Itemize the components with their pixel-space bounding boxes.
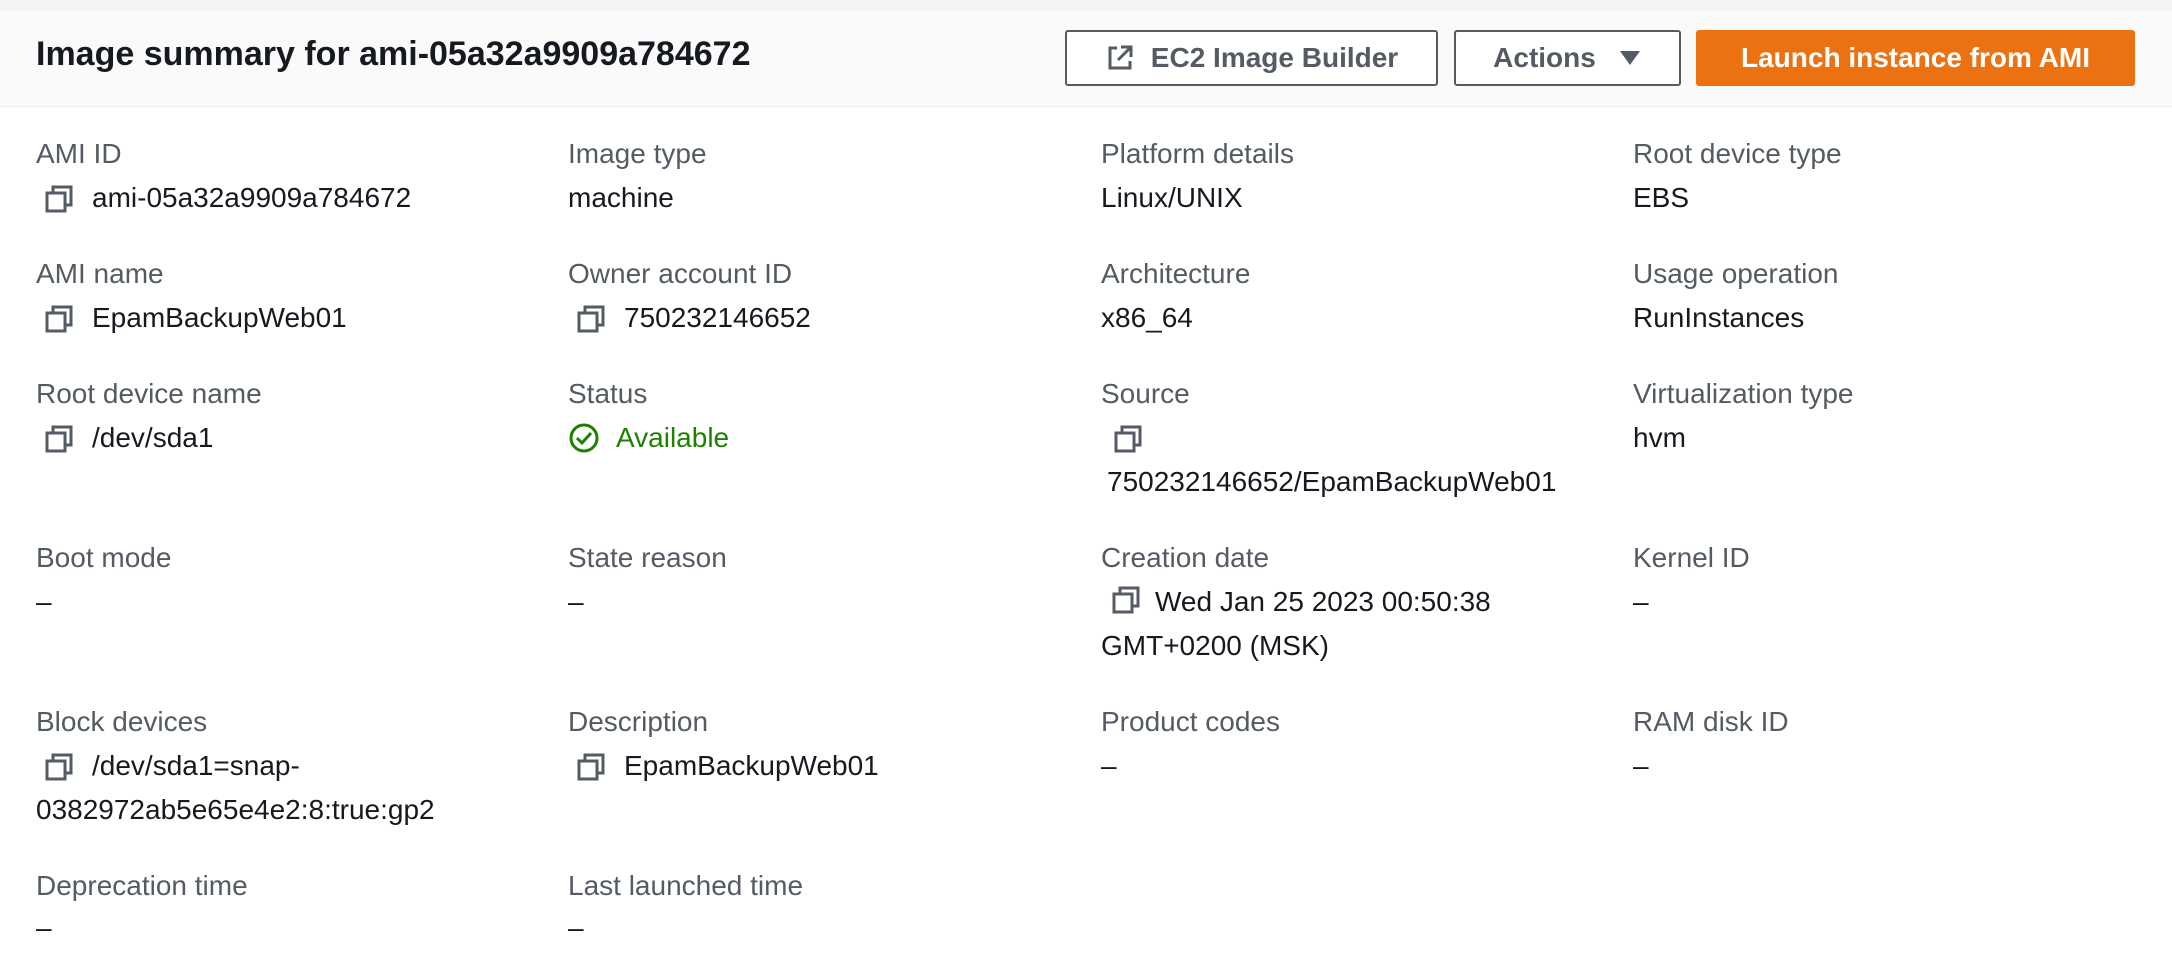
platform-details-value: Linux/UNIX [1101,182,1243,213]
field-label: Creation date [1101,542,1270,573]
field-root-device-type: Root device type EBS [1633,136,2133,220]
caret-down-icon [1618,49,1642,67]
usage-operation-value: RunInstances [1633,302,1805,333]
field-label: Platform details [1101,138,1294,169]
image-type-value: machine [568,182,674,213]
field-label: AMI name [36,258,164,289]
root-device-type-value: EBS [1633,182,1690,213]
actions-dropdown-button[interactable]: Actions [1454,30,1681,86]
copy-icon[interactable] [44,424,74,454]
field-label: Virtualization type [1633,378,1854,409]
status-value: Available [616,422,730,453]
field-owner-account-id: Owner account ID 750232146652 [568,256,1068,340]
ami-name-value: EpamBackupWeb01 [92,302,347,333]
field-label: State reason [568,542,727,573]
copy-icon[interactable] [1113,424,1143,454]
field-last-launched-time: Last launched time – [568,868,1068,948]
page-title: Image summary for ami-05a32a9909a784672 [36,35,751,73]
block-devices-value-line1: /dev/sda1=snap- [92,750,300,781]
field-creation-date: Creation date Wed Jan 25 2023 00:50:38 G… [1101,540,1601,668]
field-state-reason: State reason – [568,540,1068,624]
copy-icon[interactable] [44,304,74,334]
field-root-device-name: Root device name /dev/sda1 [36,376,536,460]
field-label: RAM disk ID [1633,706,1789,737]
field-label: Root device type [1633,138,1842,169]
field-boot-mode: Boot mode – [36,540,536,624]
field-block-devices: Block devices /dev/sda1=snap- 0382972ab5… [36,704,536,832]
ec2-image-builder-label: EC2 Image Builder [1150,42,1399,73]
state-reason-value: – [568,586,584,617]
last-launched-time-value: – [568,912,584,943]
field-status: Status Available [568,376,1068,460]
copy-icon[interactable] [44,752,74,782]
owner-account-id-value: 750232146652 [624,302,811,333]
field-architecture: Architecture x86_64 [1101,256,1601,340]
field-label: Deprecation time [36,870,248,901]
field-product-codes: Product codes – [1101,704,1601,788]
virtualization-type-value: hvm [1633,422,1686,453]
creation-date-value-line1: Wed Jan 25 2023 00:50:38 [1155,586,1491,617]
description-value: EpamBackupWeb01 [624,750,879,781]
field-image-type: Image type machine [568,136,1068,220]
architecture-value: x86_64 [1101,302,1193,333]
launch-instance-label: Launch instance from AMI [1740,42,2090,73]
field-label: Source [1101,378,1190,409]
field-usage-operation: Usage operation RunInstances [1633,256,2133,340]
field-label: Product codes [1101,706,1280,737]
field-label: Boot mode [36,542,172,573]
field-ami-name: AMI name EpamBackupWeb01 [36,256,536,340]
field-label: Usage operation [1633,258,1839,289]
field-description: Description EpamBackupWeb01 [568,704,1068,788]
field-virtualization-type: Virtualization type hvm [1633,376,2133,460]
status-badge: Available [568,416,1068,460]
root-device-name-value: /dev/sda1 [92,422,214,453]
check-circle-icon [569,423,599,453]
field-label: Root device name [36,378,262,409]
kernel-id-value: – [1633,586,1649,617]
boot-mode-value: – [36,586,52,617]
copy-icon[interactable] [1111,585,1141,615]
copy-icon[interactable] [44,184,74,214]
deprecation-time-value: – [36,912,52,943]
field-label: Architecture [1101,258,1251,289]
field-ami-id: AMI ID ami-05a32a9909a784672 [36,136,536,220]
field-label: Kernel ID [1633,542,1750,573]
copy-icon[interactable] [576,752,606,782]
field-label: Image type [568,138,707,169]
ami-id-value: ami-05a32a9909a784672 [92,182,412,213]
creation-date-value-line2: GMT+0200 (MSK) [1101,630,1329,661]
ram-disk-id-value: – [1633,750,1649,781]
copy-icon[interactable] [576,304,606,334]
actions-label: Actions [1493,42,1596,73]
field-label: Description [568,706,709,737]
field-label: Last launched time [568,870,804,901]
block-devices-value-line2: 0382972ab5e65e4e2:8:true:gp2 [36,794,435,825]
external-link-icon [1105,43,1135,73]
field-label: Block devices [36,706,208,737]
field-label: Owner account ID [568,258,793,289]
field-ram-disk-id: RAM disk ID – [1633,704,2133,788]
summary-header: Image summary for ami-05a32a9909a784672 … [0,10,2172,107]
source-value: 750232146652/EpamBackupWeb01 [1107,466,1557,497]
product-codes-value: – [1101,750,1117,781]
field-label: Status [568,378,648,409]
field-platform-details: Platform details Linux/UNIX [1101,136,1601,220]
field-label: AMI ID [36,138,122,169]
field-kernel-id: Kernel ID – [1633,540,2133,624]
ec2-image-builder-button[interactable]: EC2 Image Builder [1065,30,1438,86]
launch-instance-button[interactable]: Launch instance from AMI [1696,30,2135,86]
field-deprecation-time: Deprecation time – [36,868,536,948]
field-source: Source 750232146652/EpamBackupWeb01 [1101,376,1601,504]
